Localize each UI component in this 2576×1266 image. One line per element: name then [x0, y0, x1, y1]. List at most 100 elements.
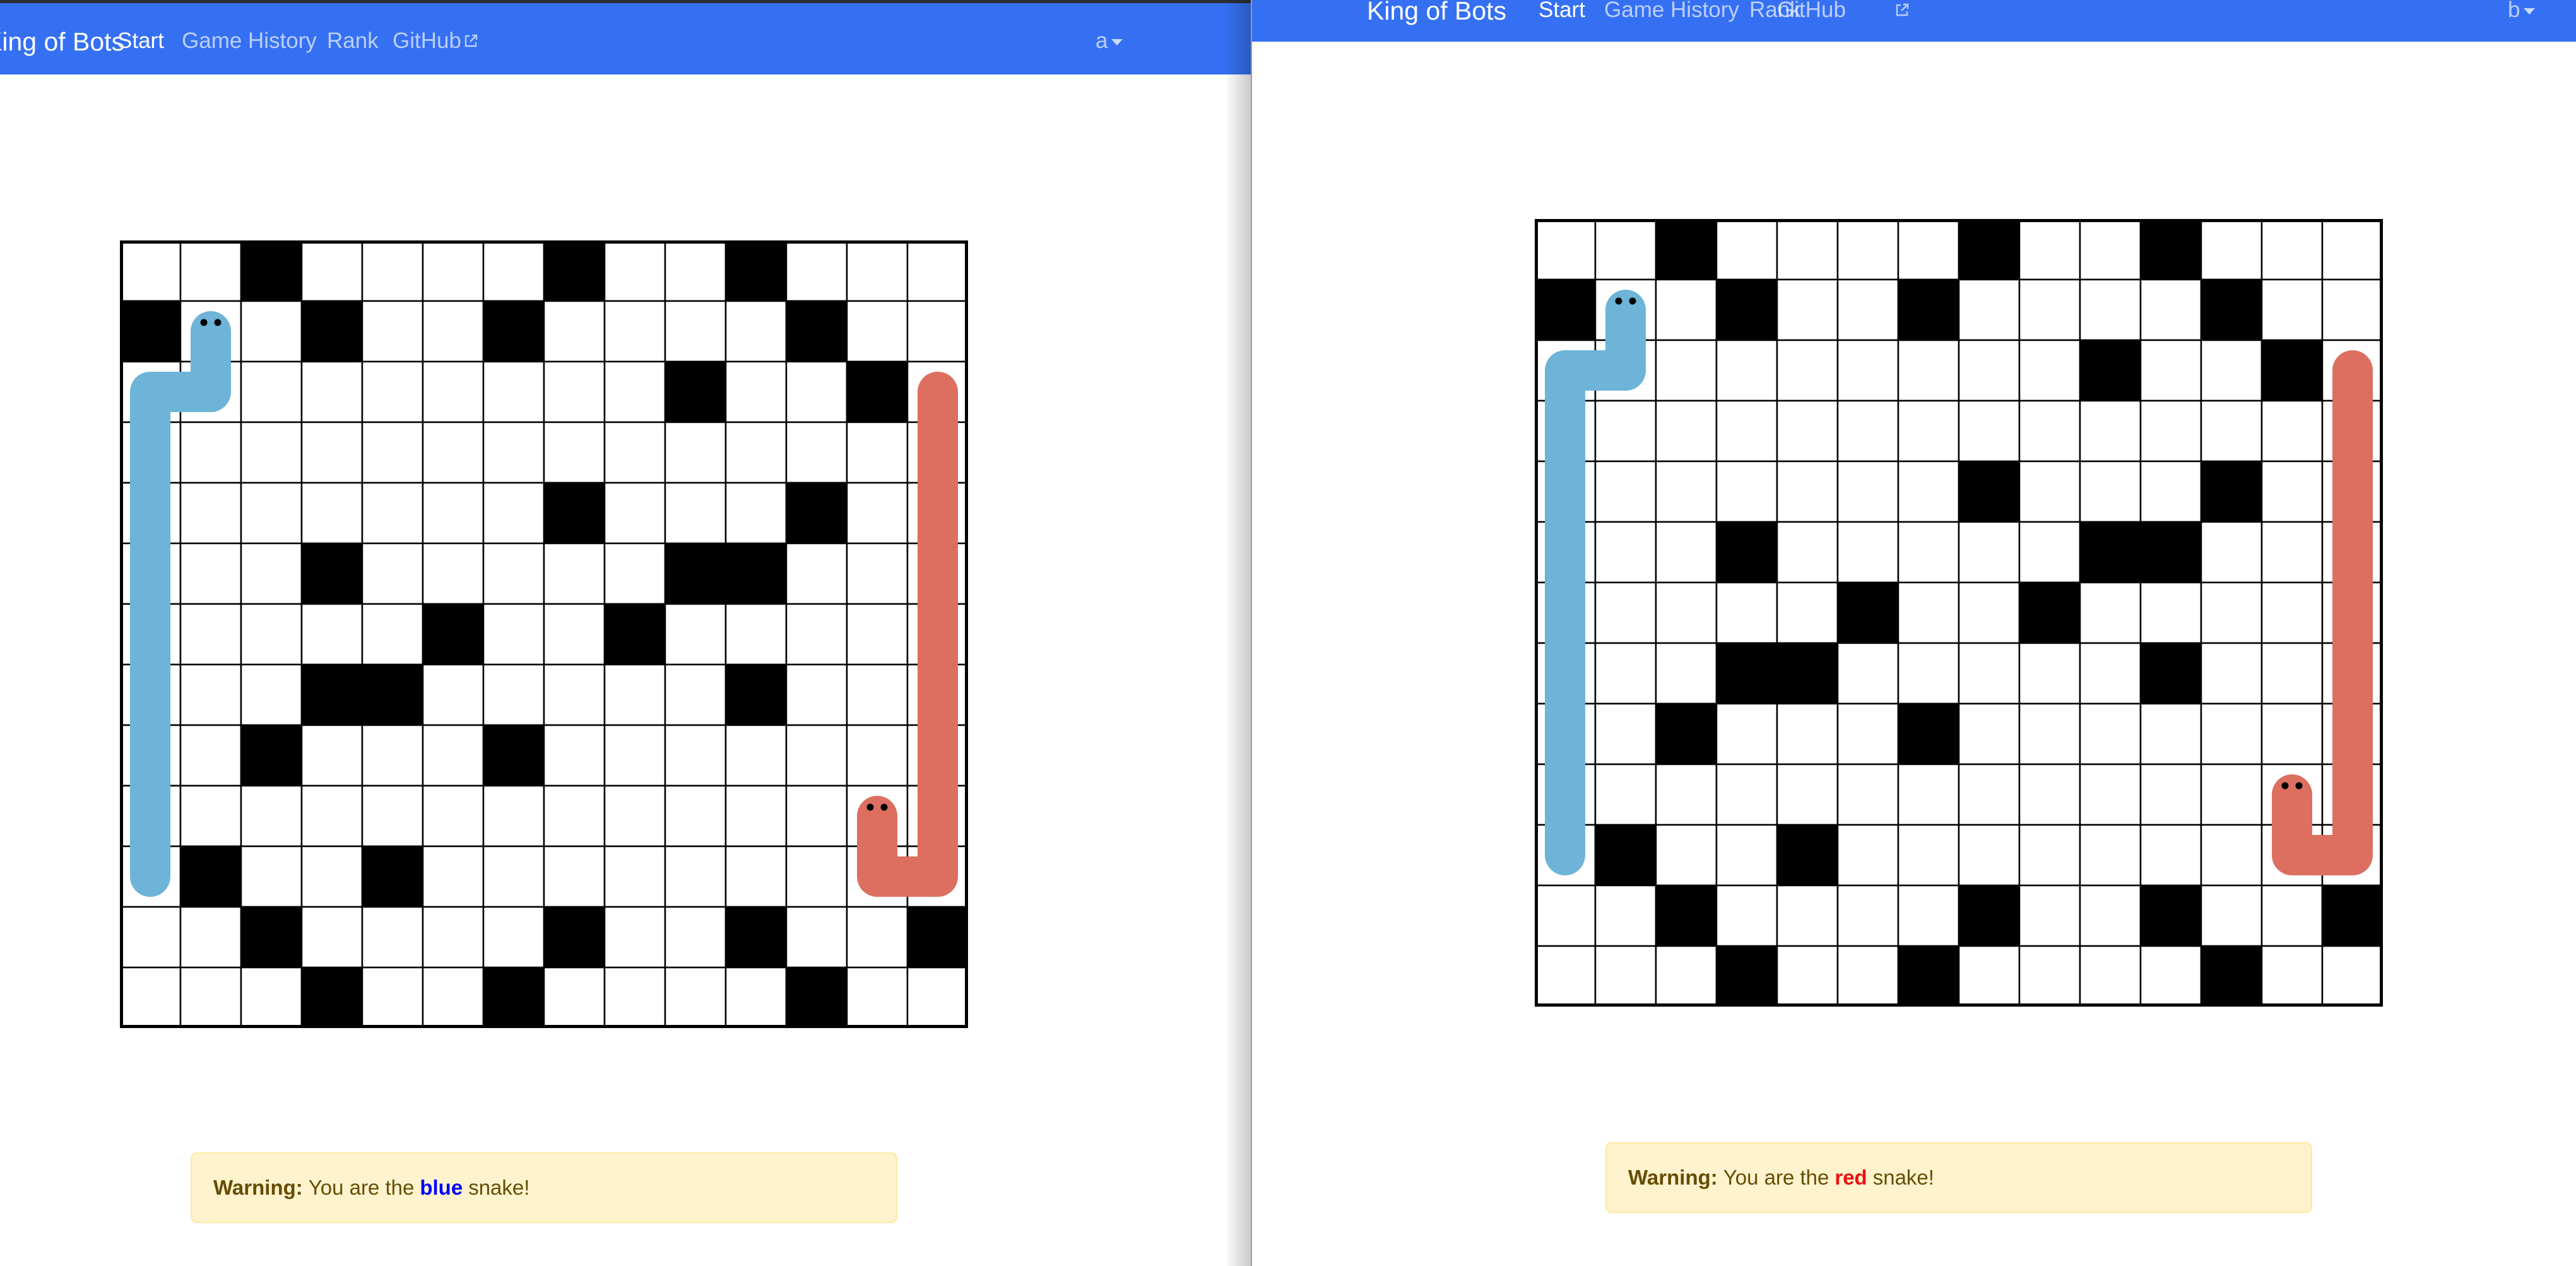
wall-cell — [120, 300, 182, 363]
grid-cell — [543, 360, 606, 423]
grid-cell — [846, 724, 909, 787]
grid-cell — [543, 542, 606, 605]
grid-cell — [1836, 521, 1900, 584]
wall-cell — [906, 906, 968, 969]
wall-cell — [2139, 884, 2202, 947]
grid-cell — [2321, 945, 2383, 1007]
wall-cell — [1535, 278, 1597, 341]
grid-cell — [2018, 278, 2081, 341]
grid-cell — [664, 603, 727, 666]
grid-cell — [785, 906, 848, 969]
grid-cell — [361, 603, 424, 666]
grid-cell — [1655, 581, 1718, 644]
grid-cell — [1655, 399, 1718, 463]
grid-cell — [1958, 763, 2021, 826]
grid-cell — [2200, 339, 2263, 402]
grid-cell — [1836, 884, 1900, 947]
grid-cell — [422, 300, 485, 363]
grid-cell — [1535, 945, 1597, 1007]
nav-game-history[interactable]: Game History — [1604, 0, 1739, 23]
grid-cell — [1897, 460, 1960, 523]
grid-cell — [1594, 642, 1657, 705]
nav-game-history[interactable]: Game History — [182, 28, 317, 54]
brand-link[interactable]: King of Bots — [0, 27, 124, 57]
brand-link[interactable]: King of Bots — [1367, 0, 1506, 26]
nav-start[interactable]: Start — [117, 28, 164, 54]
grid-cell — [361, 240, 424, 302]
wall-cell — [1594, 824, 1657, 887]
grid-cell — [1776, 945, 1839, 1007]
wall-cell — [1958, 460, 2021, 523]
grid-cell — [1958, 945, 2021, 1007]
grid-cell — [1836, 642, 1900, 705]
grid-cell — [482, 421, 545, 484]
wall-cell — [1655, 219, 1718, 281]
grid-cell — [1594, 399, 1657, 463]
grid-cell — [361, 966, 424, 1028]
grid-cell — [1594, 884, 1657, 947]
wall-cell — [785, 966, 848, 1028]
grid-cell — [361, 300, 424, 363]
user-dropdown[interactable]: b — [2508, 0, 2536, 23]
grid-cell — [785, 360, 848, 423]
wall-cell — [1655, 702, 1718, 766]
user-dropdown[interactable]: a — [1096, 28, 1123, 54]
grid-cell — [2079, 581, 2142, 644]
grid-cell — [422, 724, 485, 787]
grid-cell — [1897, 763, 1960, 826]
grid-cell — [2079, 824, 2142, 887]
grid-cell — [785, 724, 848, 787]
grid-cell — [1776, 763, 1839, 826]
wall-cell — [664, 360, 727, 423]
wall-cell — [724, 906, 788, 969]
wall-cell — [240, 724, 303, 787]
grid-cell — [1594, 460, 1657, 523]
wall-cell — [300, 966, 363, 1028]
wall-cell — [1655, 884, 1718, 947]
nav-rank[interactable]: Rank — [327, 28, 379, 54]
grid-cell — [1715, 824, 1778, 887]
grid-cell — [2139, 278, 2202, 341]
grid-cell — [603, 845, 666, 908]
grid-cell — [240, 663, 303, 726]
grid-cell — [2018, 945, 2081, 1007]
grid-cell — [422, 421, 485, 484]
grid-cell — [724, 724, 788, 787]
grid-cell — [240, 603, 303, 666]
grid-cell — [1776, 521, 1839, 584]
grid-cell — [240, 421, 303, 484]
game-board — [1535, 219, 2383, 1007]
grid-cell — [482, 906, 545, 969]
grid-cell — [1776, 460, 1839, 523]
grid-cell — [179, 966, 242, 1028]
grid-cell — [846, 542, 909, 605]
grid-cell — [785, 240, 848, 302]
grid-cell — [785, 784, 848, 848]
grid-cell — [1836, 824, 1900, 887]
blue-snake-eye-right — [1629, 297, 1636, 305]
nav-github[interactable]: GitHub — [393, 28, 461, 54]
red-snake-eye-right — [2295, 782, 2303, 790]
wall-cell — [543, 240, 606, 302]
grid-cell — [2139, 945, 2202, 1007]
grid-cell — [664, 784, 727, 848]
wall-cell — [543, 906, 606, 969]
grid-cell — [2200, 219, 2263, 281]
grid-cell — [1836, 460, 1900, 523]
grid-cell — [422, 542, 485, 605]
grid-cell — [361, 482, 424, 545]
wall-cell — [2260, 339, 2324, 402]
grid-cell — [2139, 763, 2202, 826]
grid-cell — [240, 360, 303, 423]
nav-start[interactable]: Start — [1539, 0, 1585, 23]
grid-cell — [603, 724, 666, 787]
nav-github[interactable]: GitHub — [1777, 0, 1846, 23]
grid-cell — [179, 906, 242, 969]
wall-cell — [482, 966, 545, 1028]
grid-cell — [361, 360, 424, 423]
grid-cell — [2200, 824, 2263, 887]
wall-cell — [1715, 642, 1778, 705]
grid-cell — [1594, 702, 1657, 766]
grid-cell — [179, 784, 242, 848]
grid-cell — [2260, 581, 2324, 644]
